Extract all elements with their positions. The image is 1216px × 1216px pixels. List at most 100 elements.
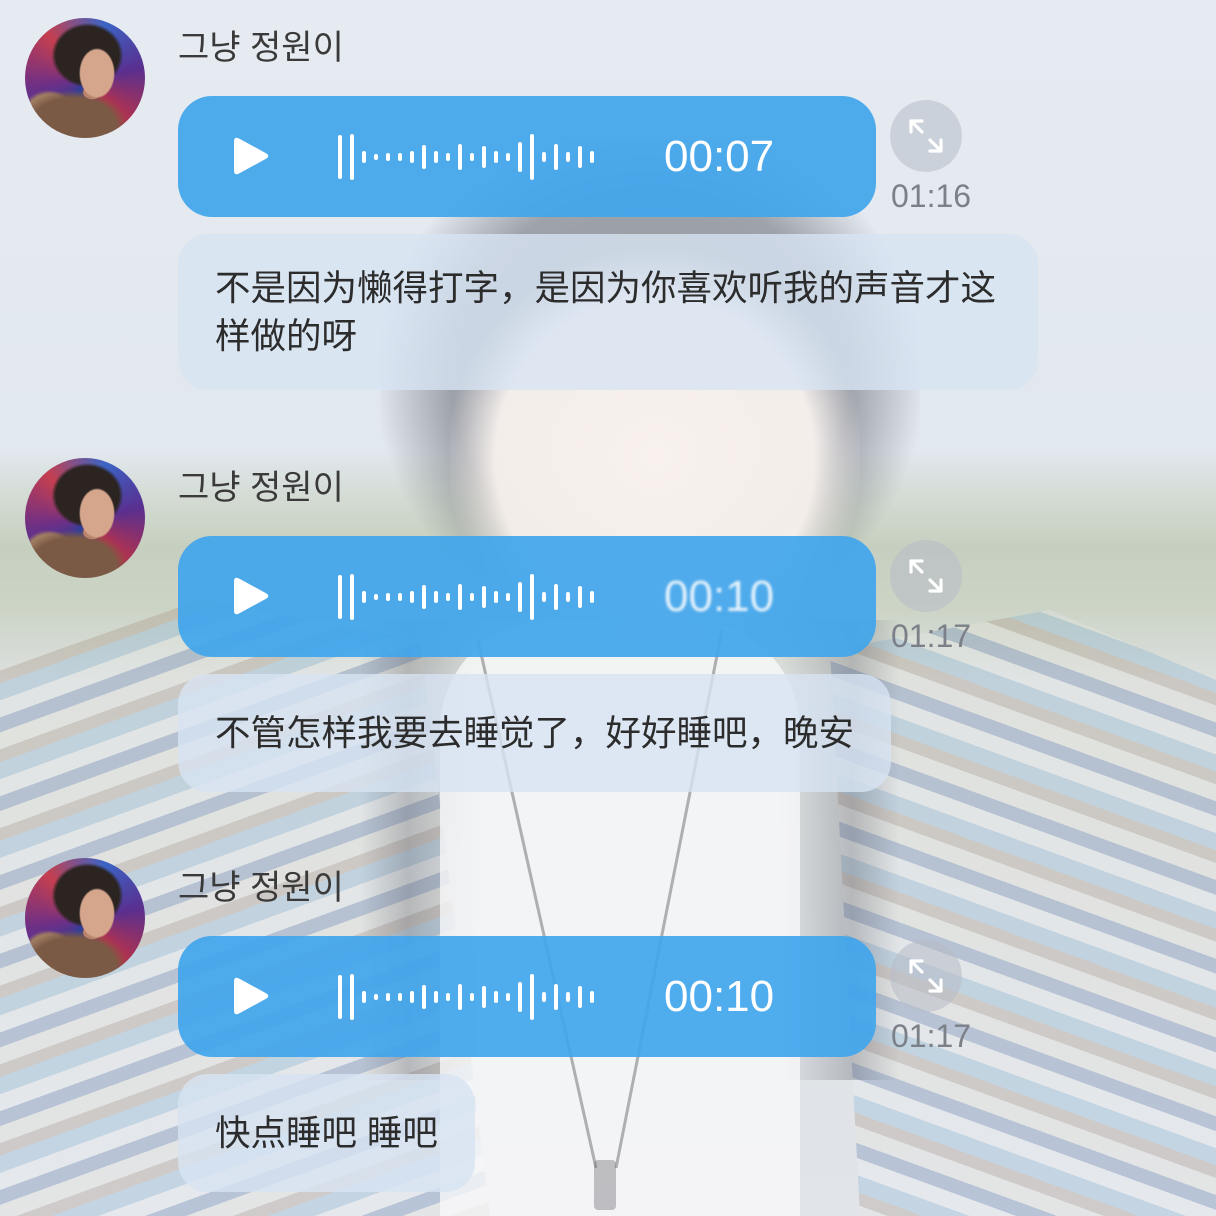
waveform-bar xyxy=(350,973,354,1020)
waveform-bar xyxy=(446,152,450,161)
waveform-bar xyxy=(458,143,462,170)
play-icon[interactable] xyxy=(232,575,270,617)
chat-thread: 그냥 정원이 00:07 01:16 不是因为懒得打字，是因为你喜欢听我的声音才… xyxy=(0,18,1216,1192)
audio-waveform-icon xyxy=(338,96,604,217)
waveform-bar xyxy=(374,153,378,160)
waveform-bar xyxy=(446,992,450,1001)
waveform-bar xyxy=(482,145,486,168)
waveform-bar xyxy=(374,993,378,1000)
sender-name: 그냥 정원이 xyxy=(178,29,344,67)
timestamp: 01:17 xyxy=(891,1018,972,1054)
waveform-bar xyxy=(362,590,366,603)
waveform-bar xyxy=(338,974,342,1019)
waveform-bar xyxy=(530,573,534,620)
waveform-bar xyxy=(470,992,474,1001)
waveform-bar xyxy=(506,152,510,161)
waveform-bar xyxy=(542,991,546,1002)
waveform-bar xyxy=(374,593,378,600)
timestamp: 01:16 xyxy=(891,178,972,214)
sender-name: 그냥 정원이 xyxy=(178,869,344,907)
waveform-bar xyxy=(578,145,582,168)
translation-bubble[interactable]: 不是因为懒得打字，是因为你喜欢听我的声音才这样做的呀 xyxy=(178,234,1038,390)
expand-icon[interactable] xyxy=(890,100,962,172)
user-avatar[interactable] xyxy=(25,458,145,578)
waveform-bar xyxy=(362,150,366,163)
waveform-bar xyxy=(410,990,414,1003)
message-group: 그냥 정원이 00:10 01:17 快点睡吧 睡吧 xyxy=(0,858,1216,1192)
user-avatar[interactable] xyxy=(25,858,145,978)
voice-duration: 00:10 xyxy=(664,572,775,621)
waveform-bar xyxy=(518,141,522,172)
waveform-bar xyxy=(518,981,522,1012)
waveform-bar xyxy=(566,151,570,162)
waveform-bar xyxy=(530,973,534,1020)
waveform-bar xyxy=(410,150,414,163)
waveform-bar xyxy=(554,143,558,170)
waveform-bar xyxy=(470,152,474,161)
waveform-bar xyxy=(530,133,534,180)
voice-message-row: 00:07 01:16 xyxy=(178,96,1216,217)
message-group: 그냥 정원이 00:07 01:16 不是因为懒得打字，是因为你喜欢听我的声音才… xyxy=(0,18,1216,390)
waveform-bar xyxy=(506,992,510,1001)
waveform-bar xyxy=(422,144,426,169)
waveform-bar xyxy=(590,150,594,163)
waveform-bar xyxy=(590,590,594,603)
waveform-bar xyxy=(434,990,438,1003)
waveform-bar xyxy=(410,590,414,603)
waveform-bar xyxy=(458,583,462,610)
voice-message-bubble[interactable]: 00:10 xyxy=(178,936,876,1057)
voice-message-row: 00:10 01:17 xyxy=(178,536,1216,657)
waveform-bar xyxy=(554,583,558,610)
waveform-bar xyxy=(386,592,390,601)
waveform-bar xyxy=(338,574,342,619)
waveform-bar xyxy=(362,990,366,1003)
translation-bubble[interactable]: 快点睡吧 睡吧 xyxy=(178,1074,475,1192)
translation-bubble[interactable]: 不管怎样我要去睡觉了，好好睡吧，晚安 xyxy=(178,674,892,792)
waveform-bar xyxy=(482,585,486,608)
expand-icon[interactable] xyxy=(890,540,962,612)
waveform-bar xyxy=(434,150,438,163)
voice-message-bubble[interactable]: 00:10 xyxy=(178,536,876,657)
waveform-bar xyxy=(422,984,426,1009)
voice-duration: 00:10 xyxy=(664,972,775,1021)
audio-waveform-icon xyxy=(338,936,604,1057)
waveform-bar xyxy=(506,592,510,601)
waveform-bar xyxy=(398,992,402,1001)
play-icon[interactable] xyxy=(232,975,270,1017)
waveform-bar xyxy=(542,151,546,162)
waveform-bar xyxy=(518,581,522,612)
waveform-bar xyxy=(554,983,558,1010)
waveform-bar xyxy=(350,133,354,180)
translation-text: 不管怎样我要去睡觉了，好好睡吧，晚安 xyxy=(215,713,855,753)
waveform-bar xyxy=(470,592,474,601)
translation-text: 不是因为懒得打字，是因为你喜欢听我的声音才这样做的呀 xyxy=(215,268,997,356)
voice-duration: 00:07 xyxy=(664,132,775,181)
waveform-bar xyxy=(578,985,582,1008)
waveform-bar xyxy=(338,134,342,179)
voice-message-bubble[interactable]: 00:07 xyxy=(178,96,876,217)
sender-name: 그냥 정원이 xyxy=(178,469,344,507)
waveform-bar xyxy=(482,985,486,1008)
waveform-bar xyxy=(542,591,546,602)
waveform-bar xyxy=(566,991,570,1002)
waveform-bar xyxy=(590,990,594,1003)
user-avatar[interactable] xyxy=(25,18,145,138)
message-group: 그냥 정원이 00:10 01:17 不管怎样我要去睡觉了，好好睡吧，晚安 xyxy=(0,458,1216,792)
waveform-bar xyxy=(434,590,438,603)
waveform-bar xyxy=(398,592,402,601)
voice-message-row: 00:10 01:17 xyxy=(178,936,1216,1057)
waveform-bar xyxy=(578,585,582,608)
waveform-bar xyxy=(422,584,426,609)
waveform-bar xyxy=(398,152,402,161)
waveform-bar xyxy=(566,591,570,602)
waveform-bar xyxy=(446,592,450,601)
waveform-bar xyxy=(350,573,354,620)
expand-icon[interactable] xyxy=(890,940,962,1012)
translation-text: 快点睡吧 睡吧 xyxy=(215,1113,438,1153)
waveform-bar xyxy=(494,590,498,603)
waveform-bar xyxy=(494,990,498,1003)
timestamp: 01:17 xyxy=(891,618,972,654)
waveform-bar xyxy=(458,983,462,1010)
play-icon[interactable] xyxy=(232,135,270,177)
audio-waveform-icon xyxy=(338,536,604,657)
